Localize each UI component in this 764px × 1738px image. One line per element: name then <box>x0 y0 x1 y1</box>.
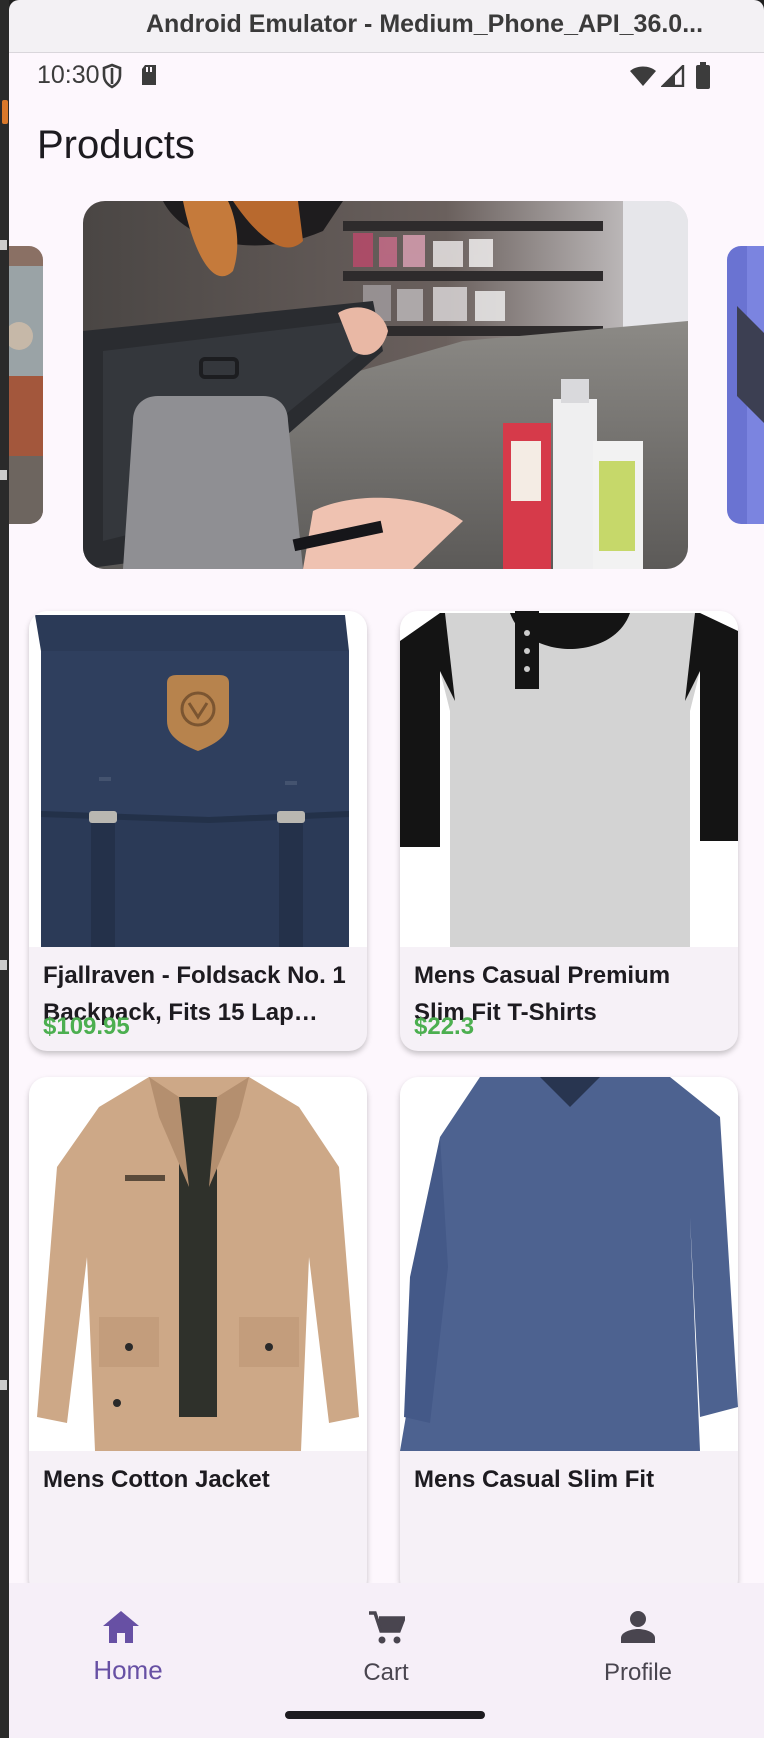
product-title: Mens Cotton Jacket <box>43 1466 270 1493</box>
product-image <box>400 1077 738 1451</box>
nav-profile-label: Profile <box>603 1659 673 1686</box>
home-gesture-bar[interactable] <box>285 1711 485 1719</box>
nav-cart[interactable]: Cart <box>261 1583 511 1693</box>
ide-background-sliver <box>0 0 9 1738</box>
product-price: $22.3 <box>414 1013 475 1040</box>
product-image <box>29 1077 367 1451</box>
phone-screen: 10:30 Products Fjallraven - Foldsack No.… <box>9 53 764 1738</box>
product-card[interactable]: Mens Cotton Jacket <box>29 1077 367 1597</box>
cart-icon <box>369 1611 405 1644</box>
product-card[interactable]: Mens Casual Premium Slim Fit T-Shirts $2… <box>400 611 738 1051</box>
carousel-slide-checkout[interactable] <box>83 201 688 569</box>
product-price: $109.95 <box>43 1013 130 1040</box>
battery-icon <box>696 62 710 89</box>
carousel-slide-left[interactable] <box>9 246 43 524</box>
emulator-frame: Android Emulator - Medium_Phone_API_36.0… <box>0 0 764 1738</box>
nav-cart-label: Cart <box>363 1659 409 1686</box>
status-bar: 10:30 <box>9 53 764 101</box>
sd-card-icon <box>142 65 156 85</box>
wifi-icon <box>630 66 656 86</box>
product-card[interactable]: Mens Casual Slim Fit <box>400 1077 738 1597</box>
page-title: Products <box>37 123 195 167</box>
home-icon <box>103 1611 139 1643</box>
product-image <box>400 611 738 947</box>
nav-profile[interactable]: Profile <box>513 1583 763 1693</box>
signal-icon <box>661 65 685 87</box>
product-card[interactable]: Fjallraven - Foldsack No. 1 Backpack, Fi… <box>29 611 367 1051</box>
emulator-titlebar[interactable]: Android Emulator - Medium_Phone_API_36.0… <box>9 0 764 53</box>
product-image <box>29 611 367 947</box>
shield-icon <box>102 63 122 89</box>
featured-carousel[interactable] <box>9 201 764 576</box>
person-icon <box>621 1611 655 1643</box>
window-title: Android Emulator - Medium_Phone_API_36.0… <box>146 10 704 38</box>
nav-home[interactable]: Home <box>9 1583 259 1693</box>
status-time: 10:30 <box>37 61 100 89</box>
product-title: Mens Casual Slim Fit <box>414 1466 655 1493</box>
nav-home-label: Home <box>93 1655 163 1685</box>
carousel-slide-right[interactable] <box>727 246 764 524</box>
